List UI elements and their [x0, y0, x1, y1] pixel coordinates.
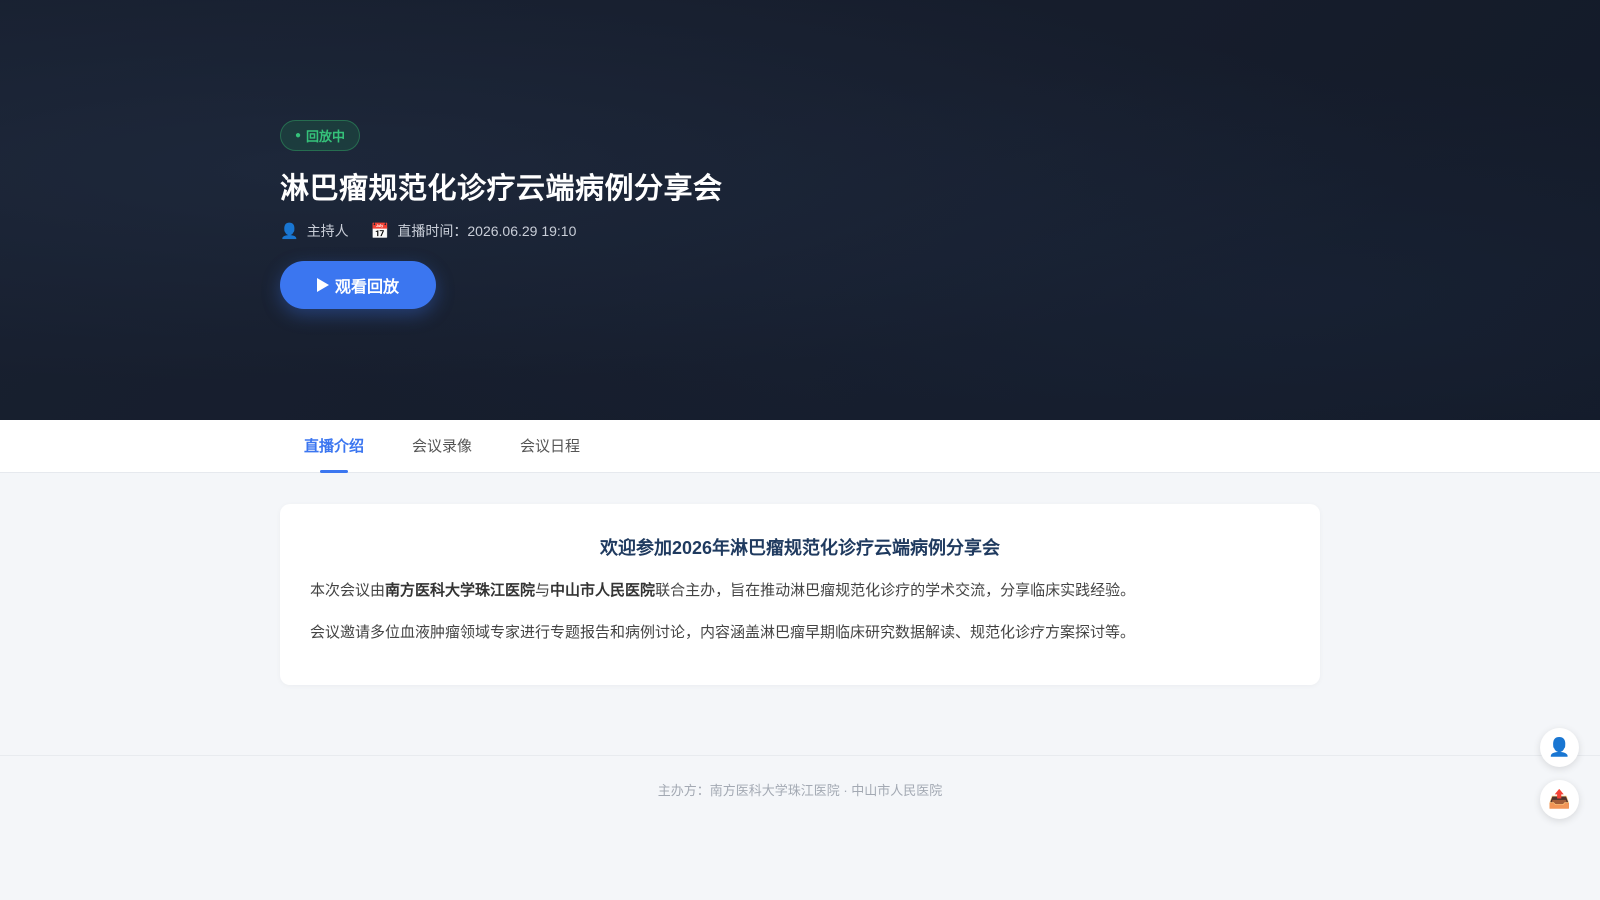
tab-meeting-schedule[interactable]: 会议日程 — [496, 420, 604, 473]
watch-replay-button[interactable]: 观看回放 — [280, 261, 436, 309]
user-icon: 👤 — [280, 223, 299, 240]
tab-list: 直播介绍 会议录像 会议日程 — [280, 420, 604, 473]
organizer-1: 南方医科大学珠江医院 — [385, 582, 536, 599]
tab-meeting-recording[interactable]: 会议录像 — [388, 420, 496, 473]
time-info: 📅 直播时间：2026.06.29 19:10 — [371, 221, 577, 241]
share-icon: 📤 — [1548, 789, 1571, 809]
tabs-bar: 直播介绍 会议录像 会议日程 — [0, 420, 1600, 473]
play-icon — [316, 278, 329, 292]
intro-paragraph-1: 本次会议由南方医科大学珠江医院与中山市人民医院联合主办，旨在推动淋巴瘤规范化诊疗… — [310, 580, 1290, 602]
floating-user-button[interactable]: 👤 — [1540, 728, 1579, 767]
intro-text-3: 联合主办，旨在推动淋巴瘤规范化诊疗的学术交流，分享临床实践经验。 — [655, 582, 1136, 599]
intro-text-1: 本次会议由 — [310, 582, 386, 599]
footer-divider — [0, 755, 1600, 756]
page-title: 淋巴瘤规范化诊疗云端病例分享会 — [280, 173, 723, 205]
calendar-icon: 📅 — [370, 223, 390, 240]
time-label: 直播时间： — [397, 223, 468, 239]
hero-content: ● 回放中 淋巴瘤规范化诊疗云端病例分享会 👤 主持人 📅 直播时间：2026.… — [280, 120, 723, 309]
meta-info: 👤 主持人 📅 直播时间：2026.06.29 19:10 — [280, 221, 723, 241]
time-value: 2026.06.29 19:10 — [467, 223, 577, 239]
organizer-2: 中山市人民医院 — [550, 582, 656, 599]
hero-banner: ● 回放中 淋巴瘤规范化诊疗云端病例分享会 👤 主持人 📅 直播时间：2026.… — [0, 0, 1600, 420]
host-info: 👤 主持人 — [280, 221, 349, 241]
status-badge: ● 回放中 — [280, 120, 361, 151]
time-text: 直播时间：2026.06.29 19:10 — [397, 221, 576, 241]
status-label: 回放中 — [306, 129, 346, 144]
intro-card: 欢迎参加2026年淋巴瘤规范化诊疗云端病例分享会 本次会议由南方医科大学珠江医院… — [280, 504, 1320, 685]
host-label: 主持人 — [306, 223, 349, 239]
intro-paragraph-2: 会议邀请多位血液肿瘤领域专家进行专题报告和病例讨论，内容涵盖淋巴瘤早期临床研究数… — [310, 624, 1136, 641]
status-dot-icon: ● — [295, 129, 302, 141]
intro-title: 欢迎参加2026年淋巴瘤规范化诊疗云端病例分享会 — [599, 538, 1001, 558]
user-icon: 👤 — [1548, 737, 1571, 757]
intro-text-2: 与 — [535, 582, 551, 599]
floating-share-button[interactable]: 📤 — [1540, 780, 1579, 819]
footer-organizers: 主办方：南方医科大学珠江医院 · 中山市人民医院 — [657, 783, 943, 798]
tab-live-intro[interactable]: 直播介绍 — [280, 420, 388, 473]
watch-replay-label: 观看回放 — [334, 279, 399, 296]
